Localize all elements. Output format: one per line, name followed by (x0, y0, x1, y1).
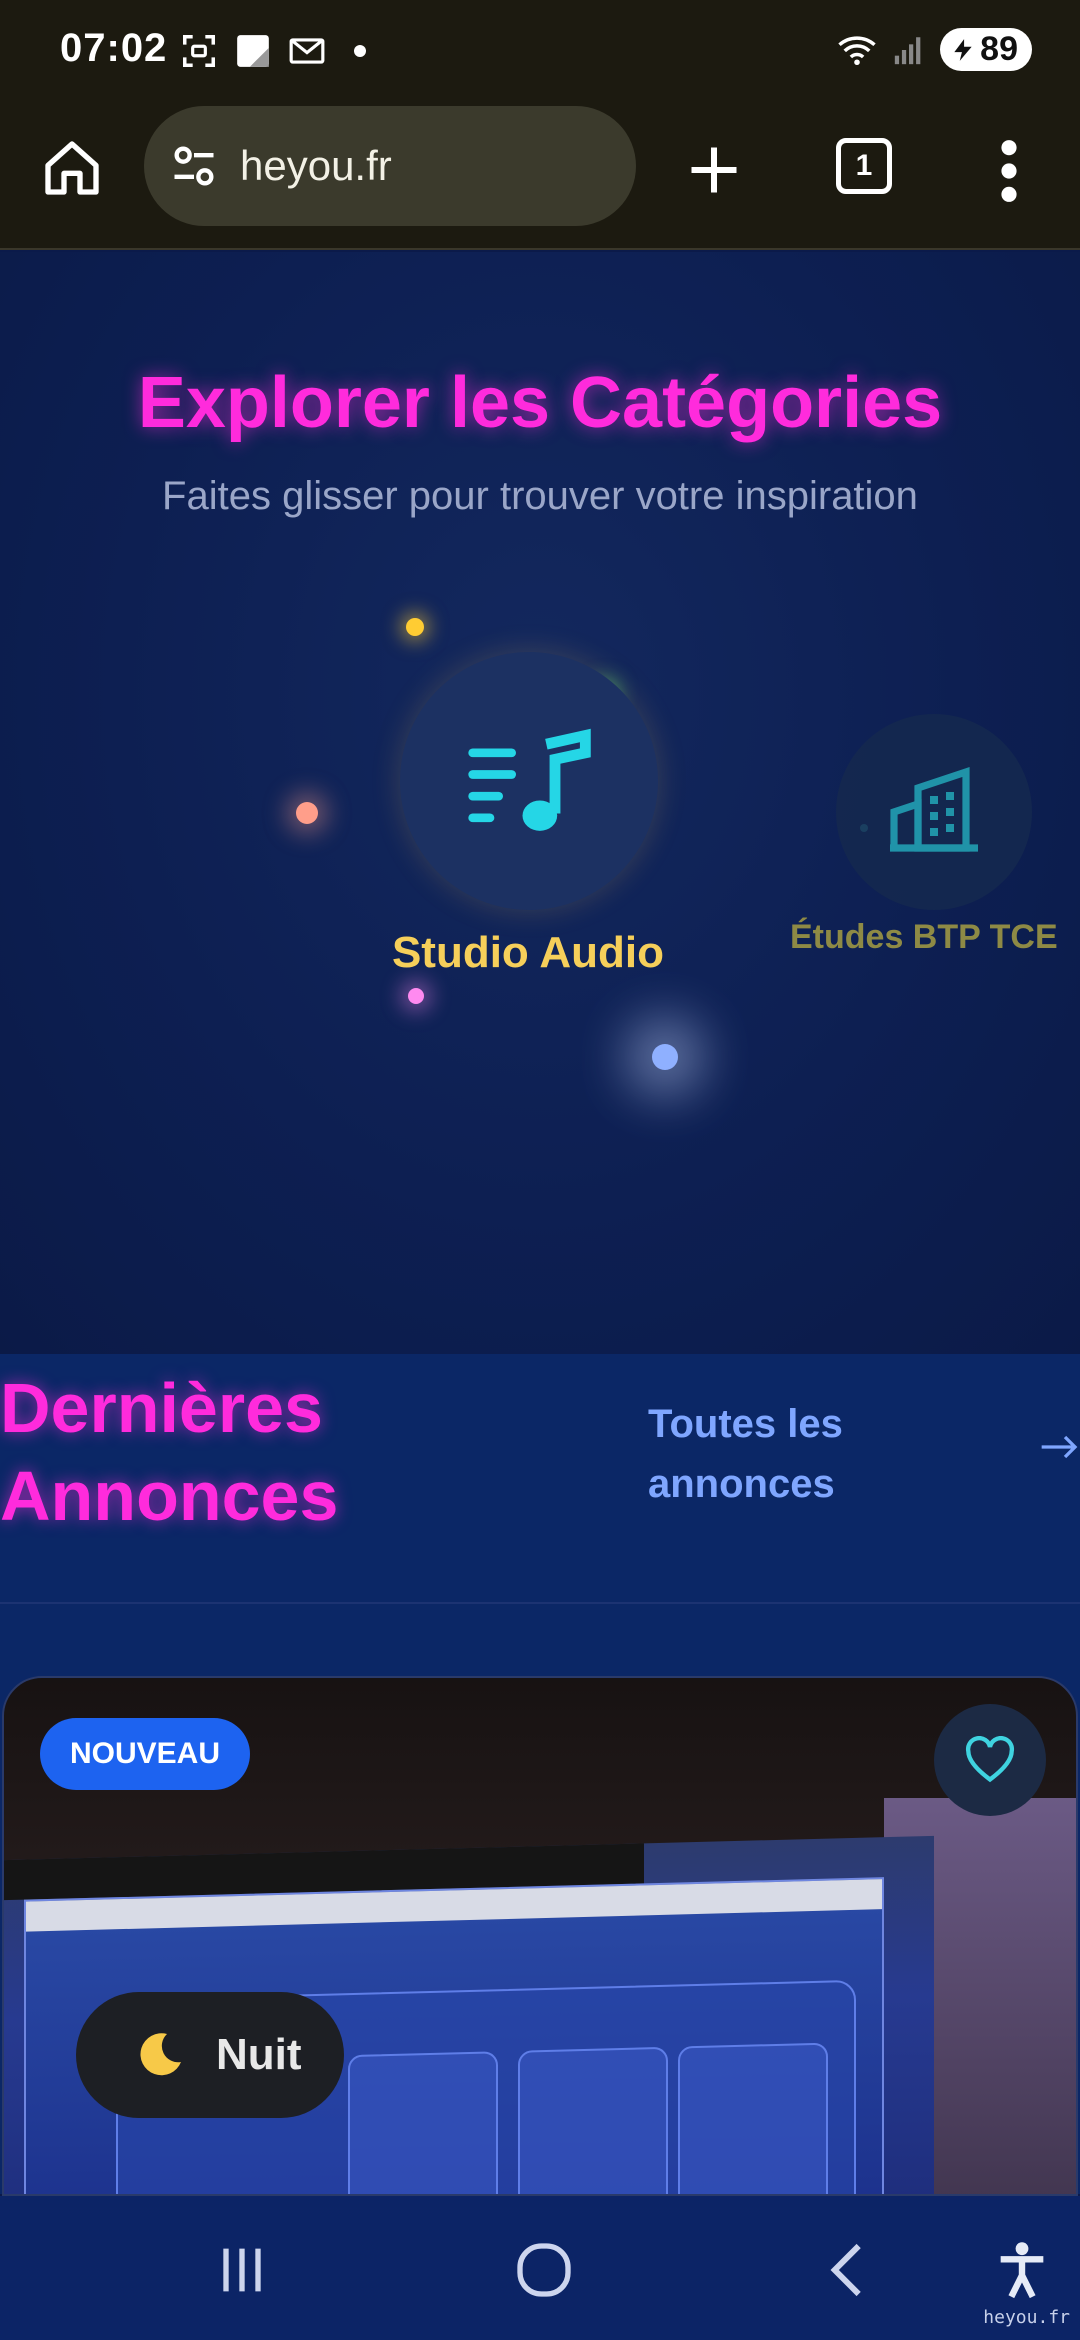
music-note-icon (468, 728, 591, 831)
new-badge: NOUVEAU (40, 1718, 251, 1790)
status-time: 07:02 (60, 26, 168, 70)
latest-listings-title: Dernières Annonces (0, 1369, 339, 1535)
favorite-button[interactable] (934, 1704, 1046, 1816)
sparkle (406, 618, 424, 636)
home-icon[interactable] (40, 136, 104, 200)
battery-indicator: 89 (940, 28, 1032, 71)
screenshot-icon (183, 35, 215, 67)
night-mode-label: Nuit (216, 2030, 302, 2079)
category-label-studio-audio[interactable]: Studio Audio (300, 928, 756, 978)
category-label-etudes-btp[interactable]: Études BTP TCE (790, 918, 1080, 957)
listing-card[interactable]: NOUVEAU (2, 1676, 1078, 2196)
photo-tile (678, 2042, 828, 2194)
moon-icon (140, 2033, 181, 2076)
browser-toolbar: heyou.fr 1 (0, 100, 1080, 250)
heart-icon (965, 1736, 1015, 1783)
site-settings-icon[interactable] (168, 140, 220, 192)
status-bar: 07:02 89 (0, 0, 1080, 100)
tabs-button[interactable]: 1 (836, 138, 892, 194)
watermark: heyou.fr (983, 2307, 1070, 2328)
more-vert-icon[interactable] (994, 136, 1024, 206)
mail-icon (289, 38, 325, 64)
signal-icon (895, 36, 921, 64)
sparkle (652, 1044, 678, 1070)
section-subtitle: Faites glisser pour trouver votre inspir… (162, 474, 918, 518)
tab-count: 1 (855, 149, 873, 182)
status-notifications (180, 32, 366, 70)
plus-icon[interactable] (684, 140, 744, 200)
all-listings-link[interactable]: Toutes les annonces (648, 1394, 843, 1514)
building-icon (890, 767, 978, 852)
url-text[interactable]: heyou.fr (240, 142, 392, 190)
back-icon[interactable] (816, 2238, 880, 2302)
sparkle (408, 988, 424, 1004)
latest-listings-header: Dernières Annonces Toutes les annonces (0, 1354, 1080, 1604)
accessibility-icon[interactable] (990, 2238, 1054, 2302)
arrow-right-icon[interactable] (1040, 1432, 1080, 1462)
status-system: 89 (836, 28, 1032, 71)
photo-tile (348, 2051, 498, 2194)
address-bar[interactable]: heyou.fr (144, 106, 636, 226)
category-etudes-btp[interactable] (836, 714, 1032, 910)
gallery-icon (237, 35, 269, 67)
photo-tile (518, 2046, 668, 2194)
section-title: Explorer les Catégories (137, 363, 943, 443)
system-nav-bar: heyou.fr (0, 2196, 1080, 2340)
sparkle (296, 802, 318, 824)
home-circle-icon[interactable] (512, 2238, 576, 2302)
notification-dot (354, 45, 366, 57)
battery-charging-icon (954, 38, 972, 61)
battery-level: 89 (980, 30, 1018, 68)
wifi-icon (838, 35, 876, 65)
categories-section: Explorer les Catégories Faites glisser p… (0, 252, 1080, 1354)
night-mode-toggle[interactable]: Nuit (76, 1992, 344, 2118)
recents-icon[interactable] (210, 2238, 274, 2302)
category-studio-audio[interactable] (400, 652, 658, 910)
